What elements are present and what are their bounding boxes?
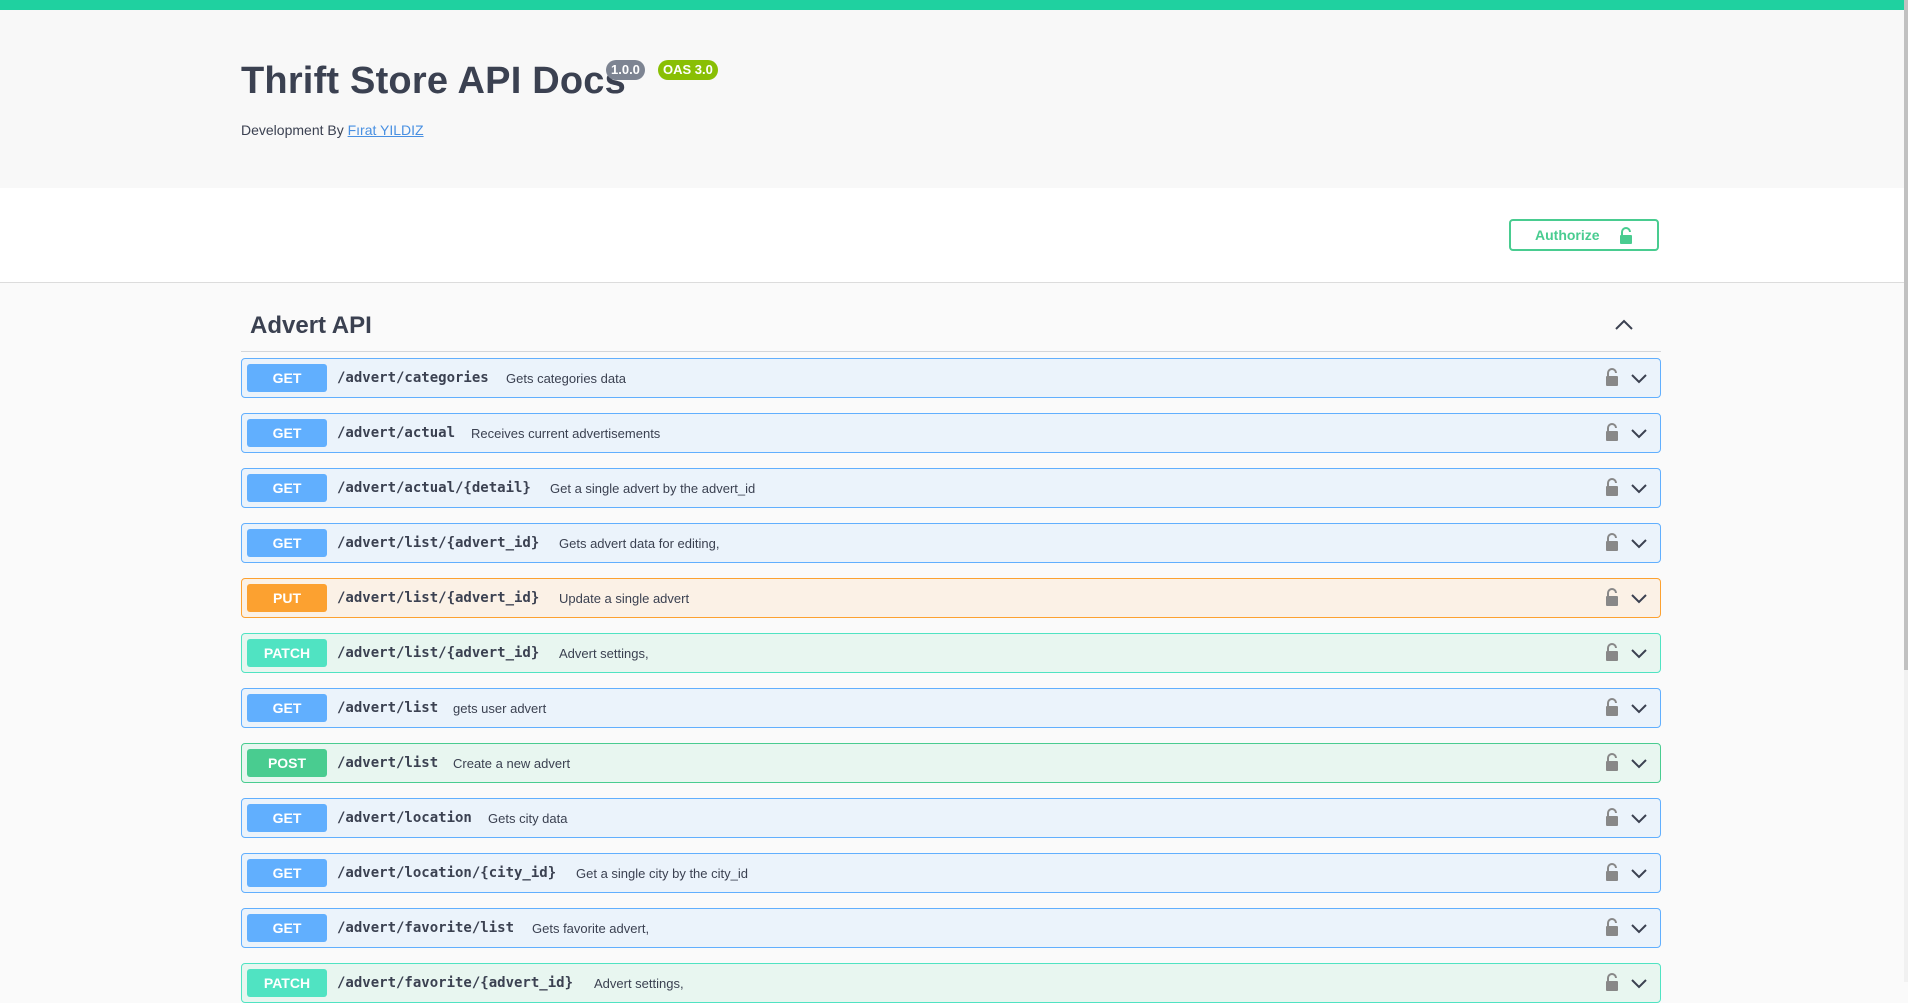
- unlocked-padlock-icon[interactable]: [1605, 972, 1619, 997]
- unlocked-padlock-icon[interactable]: [1605, 422, 1619, 447]
- advert-api-section-header[interactable]: Advert API: [241, 300, 1661, 352]
- method-badge: GET: [247, 419, 327, 447]
- unlocked-padlock-icon[interactable]: [1605, 862, 1619, 887]
- developer-link[interactable]: Fırat YILDIZ: [348, 122, 424, 138]
- endpoint-summary: Gets advert data for editing,: [559, 536, 720, 551]
- chevron-down-icon[interactable]: [1630, 537, 1648, 555]
- endpoint-path: /advert/list: [337, 755, 439, 771]
- chevron-down-icon[interactable]: [1630, 372, 1648, 390]
- unlocked-padlock-icon[interactable]: [1605, 477, 1619, 502]
- method-badge: GET: [247, 474, 327, 502]
- operation-row[interactable]: GET/advert/location/{city_id} Get a singl…: [241, 853, 1661, 893]
- chevron-up-icon[interactable]: [1614, 318, 1634, 336]
- authorize-label: Authorize: [1535, 227, 1600, 243]
- endpoint-summary: Gets favorite advert,: [532, 921, 650, 936]
- endpoint-path: /advert/categories: [337, 370, 489, 386]
- chevron-down-icon[interactable]: [1630, 922, 1648, 940]
- chevron-down-icon[interactable]: [1630, 427, 1648, 445]
- unlocked-padlock-icon[interactable]: [1605, 367, 1619, 392]
- endpoint-path: /advert/location/{city_id}: [337, 865, 557, 881]
- method-badge: GET: [247, 804, 327, 832]
- scrollbar[interactable]: [1904, 0, 1908, 982]
- method-badge: PATCH: [247, 969, 327, 997]
- chevron-down-icon[interactable]: [1630, 592, 1648, 610]
- chevron-down-icon[interactable]: [1630, 812, 1648, 830]
- operation-row[interactable]: PATCH/advert/list/{advert_id} Advert sett…: [241, 633, 1661, 673]
- endpoint-path: /advert/list: [337, 700, 439, 716]
- unlocked-padlock-icon: [1619, 227, 1633, 248]
- authorize-button[interactable]: Authorize: [1509, 219, 1659, 251]
- unlocked-padlock-icon[interactable]: [1605, 917, 1619, 942]
- method-badge: GET: [247, 364, 327, 392]
- unlocked-padlock-icon[interactable]: [1605, 752, 1619, 777]
- chevron-down-icon[interactable]: [1630, 482, 1648, 500]
- chevron-down-icon[interactable]: [1630, 757, 1648, 775]
- scrollbar-thumb[interactable]: [1904, 0, 1908, 670]
- version-badge: 1.0.0: [606, 60, 645, 80]
- endpoint-summary: Gets city data: [488, 811, 568, 826]
- operation-row[interactable]: GET/advert/categories Gets categories dat…: [241, 358, 1661, 398]
- chevron-down-icon[interactable]: [1630, 702, 1648, 720]
- developer-credit-label: Development By: [241, 122, 344, 138]
- operation-row[interactable]: POST/advert/list Create a new advert: [241, 743, 1661, 783]
- endpoint-path: /advert/list/{advert_id}: [337, 645, 540, 661]
- endpoint-summary: Advert settings,: [594, 976, 684, 991]
- unlocked-padlock-icon[interactable]: [1605, 807, 1619, 832]
- endpoint-summary: Advert settings,: [559, 646, 649, 661]
- operation-row[interactable]: PATCH/advert/favorite/{advert_id} Advert …: [241, 963, 1661, 1003]
- chevron-down-icon[interactable]: [1630, 867, 1648, 885]
- endpoint-summary: Create a new advert: [453, 756, 571, 771]
- operation-row[interactable]: GET/advert/list/{advert_id} Gets advert d…: [241, 523, 1661, 563]
- endpoint-summary: Get a single city by the city_id: [576, 866, 748, 881]
- unlocked-padlock-icon[interactable]: [1605, 532, 1619, 557]
- method-badge: GET: [247, 859, 327, 887]
- top-accent-bar: [0, 0, 1908, 10]
- endpoint-summary: Receives current advertisements: [471, 426, 661, 441]
- endpoint-path: /advert/list/{advert_id}: [337, 590, 540, 606]
- endpoint-path: /advert/actual: [337, 425, 456, 441]
- chevron-down-icon[interactable]: [1630, 647, 1648, 665]
- endpoint-path: /advert/favorite/{advert_id}: [337, 975, 574, 991]
- endpoint-summary: Gets categories data: [506, 371, 626, 386]
- info-header: Thrift Store API Docs 1.0.0 OAS 3.0 Deve…: [0, 10, 1906, 188]
- endpoint-summary: gets user advert: [453, 701, 547, 716]
- endpoint-path: /advert/favorite/list: [337, 920, 515, 936]
- method-badge: GET: [247, 529, 327, 557]
- developer-credit: Development By Fırat YILDIZ: [241, 122, 424, 138]
- operation-row[interactable]: GET/advert/actual/{detail} Get a single a…: [241, 468, 1661, 508]
- operation-row[interactable]: GET/advert/favorite/list Gets favorite ad…: [241, 908, 1661, 948]
- method-badge: PATCH: [247, 639, 327, 667]
- endpoint-path: /advert/location: [337, 810, 472, 826]
- unlocked-padlock-icon[interactable]: [1605, 642, 1619, 667]
- section-title: Advert API: [250, 312, 372, 339]
- method-badge: POST: [247, 749, 327, 777]
- oas-badge: OAS 3.0: [658, 60, 718, 80]
- unlocked-padlock-icon[interactable]: [1605, 587, 1619, 612]
- method-badge: PUT: [247, 584, 327, 612]
- endpoint-summary: Get a single advert by the advert_id: [550, 481, 756, 496]
- page-title: Thrift Store API Docs: [241, 60, 626, 102]
- endpoint-path: /advert/list/{advert_id}: [337, 535, 540, 551]
- operation-row[interactable]: GET/advert/actual Receives current advert…: [241, 413, 1661, 453]
- operation-row[interactable]: GET/advert/location Gets city data: [241, 798, 1661, 838]
- unlocked-padlock-icon[interactable]: [1605, 697, 1619, 722]
- endpoint-path: /advert/actual/{detail}: [337, 480, 531, 496]
- operation-row[interactable]: PUT/advert/list/{advert_id} Update a sing…: [241, 578, 1661, 618]
- operation-row[interactable]: GET/advert/list gets user advert: [241, 688, 1661, 728]
- method-badge: GET: [247, 914, 327, 942]
- method-badge: GET: [247, 694, 327, 722]
- chevron-down-icon[interactable]: [1630, 977, 1648, 995]
- endpoint-summary: Update a single advert: [559, 591, 690, 606]
